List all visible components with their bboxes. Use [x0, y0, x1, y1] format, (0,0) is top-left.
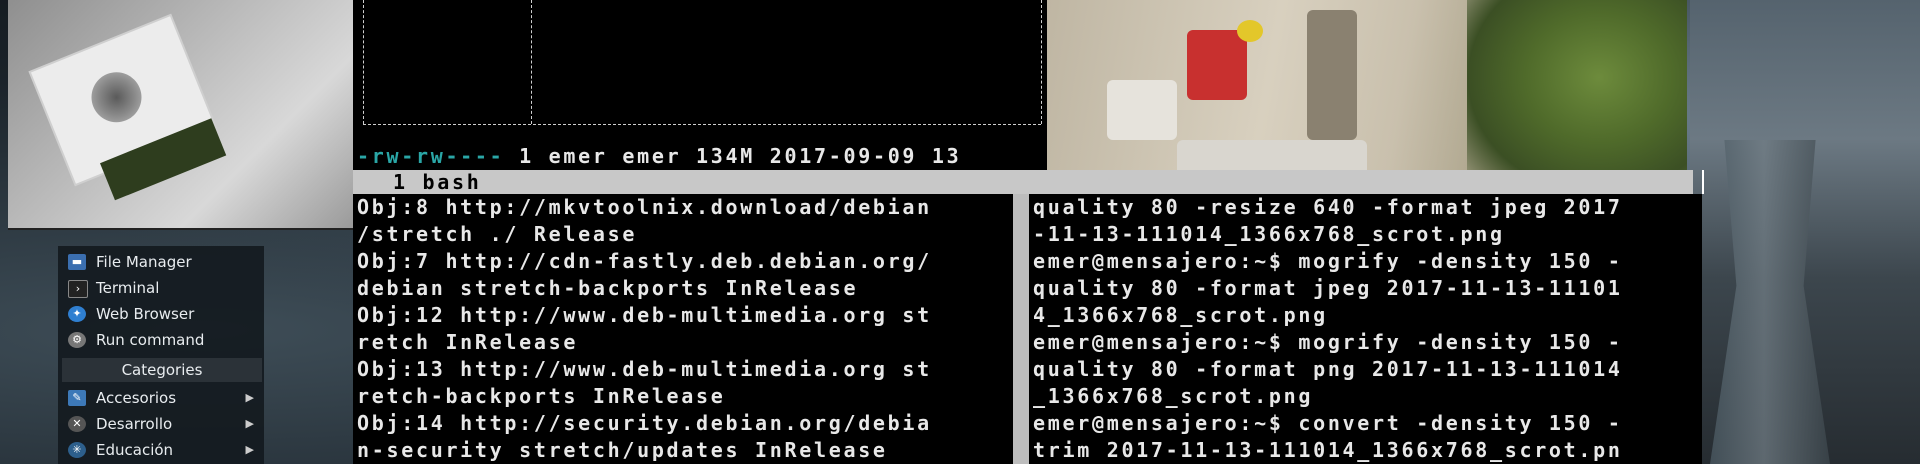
chevron-right-icon: ▶ — [245, 417, 254, 430]
application-menu: ▬ File Manager › Terminal ✦ Web Browser … — [58, 246, 264, 464]
file-details: 1 emer emer 134M 2017-09-09 13 — [504, 144, 962, 168]
ascii-frame-bottom — [363, 124, 1041, 125]
menu-item-run-command[interactable]: ⚙ Run command — [64, 328, 264, 352]
terminal-top-pane[interactable] — [353, 0, 1047, 142]
terminal-line: quality 80 -resize 640 -format jpeg 2017 — [1033, 195, 1623, 219]
pane-divider[interactable] — [1013, 194, 1029, 464]
video-thumbnail-left[interactable] — [8, 0, 355, 230]
menu-item-label: Web Browser — [96, 305, 195, 323]
tmux-tab-bar: 1 bash — [353, 170, 1693, 194]
terminal-line: emer@mensajero:~$ mogrify -density 150 - — [1033, 330, 1623, 354]
tree-foliage — [1467, 0, 1687, 194]
menu-item-desarrollo[interactable]: ✕ Desarrollo ▶ — [64, 412, 264, 436]
menu-item-label: Terminal — [96, 279, 160, 297]
menu-item-label: Educación — [96, 441, 174, 459]
terminal-line: -11-13-111014_1366x768_scrot.png — [1033, 222, 1505, 246]
menu-item-web-browser[interactable]: ✦ Web Browser — [64, 302, 264, 326]
terminal-line: Obj:12 http://www.deb-multimedia.org st — [357, 303, 932, 327]
chevron-right-icon: ▶ — [245, 391, 254, 404]
menu-item-label: Run command — [96, 331, 205, 349]
tab-bash[interactable]: 1 bash — [393, 170, 481, 194]
terminal-line: debian stretch-backports InRelease — [357, 276, 859, 300]
terminal-pane-right[interactable]: quality 80 -resize 640 -format jpeg 2017… — [1029, 194, 1702, 464]
cursor-marker — [1702, 170, 1704, 194]
menu-item-terminal[interactable]: › Terminal — [64, 276, 264, 300]
terminal-line: emer@mensajero:~$ convert -density 150 - — [1033, 411, 1623, 435]
accessories-icon: ✎ — [68, 390, 86, 406]
flag-emblem — [83, 64, 150, 130]
ascii-frame-left — [363, 0, 364, 124]
terminal-line: 4_1366x768_scrot.png — [1033, 303, 1328, 327]
terminal-line: retch-backports InRelease — [357, 384, 726, 408]
ascii-frame-right — [1041, 0, 1042, 124]
ascii-frame-mid — [531, 0, 532, 124]
terminal-line: trim 2017-11-13-111014_1366x768_scrot.pn — [1033, 438, 1623, 462]
menu-item-label: Accesorios — [96, 389, 177, 407]
terminal-line: Obj:8 http://mkvtoolnix.download/debian — [357, 195, 932, 219]
terminal-line: emer@mensajero:~$ mogrify -density 150 - — [1033, 249, 1623, 273]
menu-item-educacion[interactable]: ✳ Educación ▶ — [64, 438, 264, 462]
worker-helmet — [1237, 20, 1263, 42]
worker-figure — [1307, 10, 1357, 140]
terminal-line: Obj:13 http://www.deb-multimedia.org st — [357, 357, 932, 381]
folder-icon: ▬ — [68, 254, 86, 270]
terminal-line: n-security stretch/updates InRelease — [357, 438, 888, 462]
worker-figure — [1107, 80, 1177, 140]
flag-image — [30, 16, 227, 201]
worker-figure — [1187, 30, 1247, 100]
menu-item-label: Desarrollo — [96, 415, 173, 433]
terminal-line: Obj:7 http://cdn-fastly.deb.debian.org/ — [357, 249, 932, 273]
menu-item-file-manager[interactable]: ▬ File Manager — [64, 250, 264, 274]
flag-green-stripe — [100, 118, 227, 201]
education-icon: ✳ — [68, 442, 86, 458]
terminal-pane-left[interactable]: Obj:8 http://mkvtoolnix.download/debian … — [353, 194, 1013, 464]
development-icon: ✕ — [68, 416, 86, 432]
ls-output-line: -rw-rw---- 1 emer emer 134M 2017-09-09 1… — [353, 142, 1051, 170]
terminal-line: /stretch ./ Release — [357, 222, 638, 246]
globe-icon: ✦ — [68, 306, 86, 322]
file-permissions: -rw-rw---- — [357, 144, 505, 168]
video-thumbnail-right[interactable] — [1047, 0, 1687, 194]
terminal-icon: › — [68, 280, 88, 298]
categories-header: Categories — [62, 358, 262, 382]
terminal-line: _1366x768_scrot.png — [1033, 384, 1314, 408]
menu-item-accesorios[interactable]: ✎ Accesorios ▶ — [64, 386, 264, 410]
terminal-line: quality 80 -format png 2017-11-13-111014 — [1033, 357, 1623, 381]
terminal-line: Obj:14 http://security.debian.org/debia — [357, 411, 932, 435]
chevron-right-icon: ▶ — [245, 443, 254, 456]
terminal-line: quality 80 -format jpeg 2017-11-13-11101 — [1033, 276, 1623, 300]
menu-item-label: File Manager — [96, 253, 192, 271]
terminal-line: retch InRelease — [357, 330, 579, 354]
gears-icon: ⚙ — [68, 332, 86, 348]
